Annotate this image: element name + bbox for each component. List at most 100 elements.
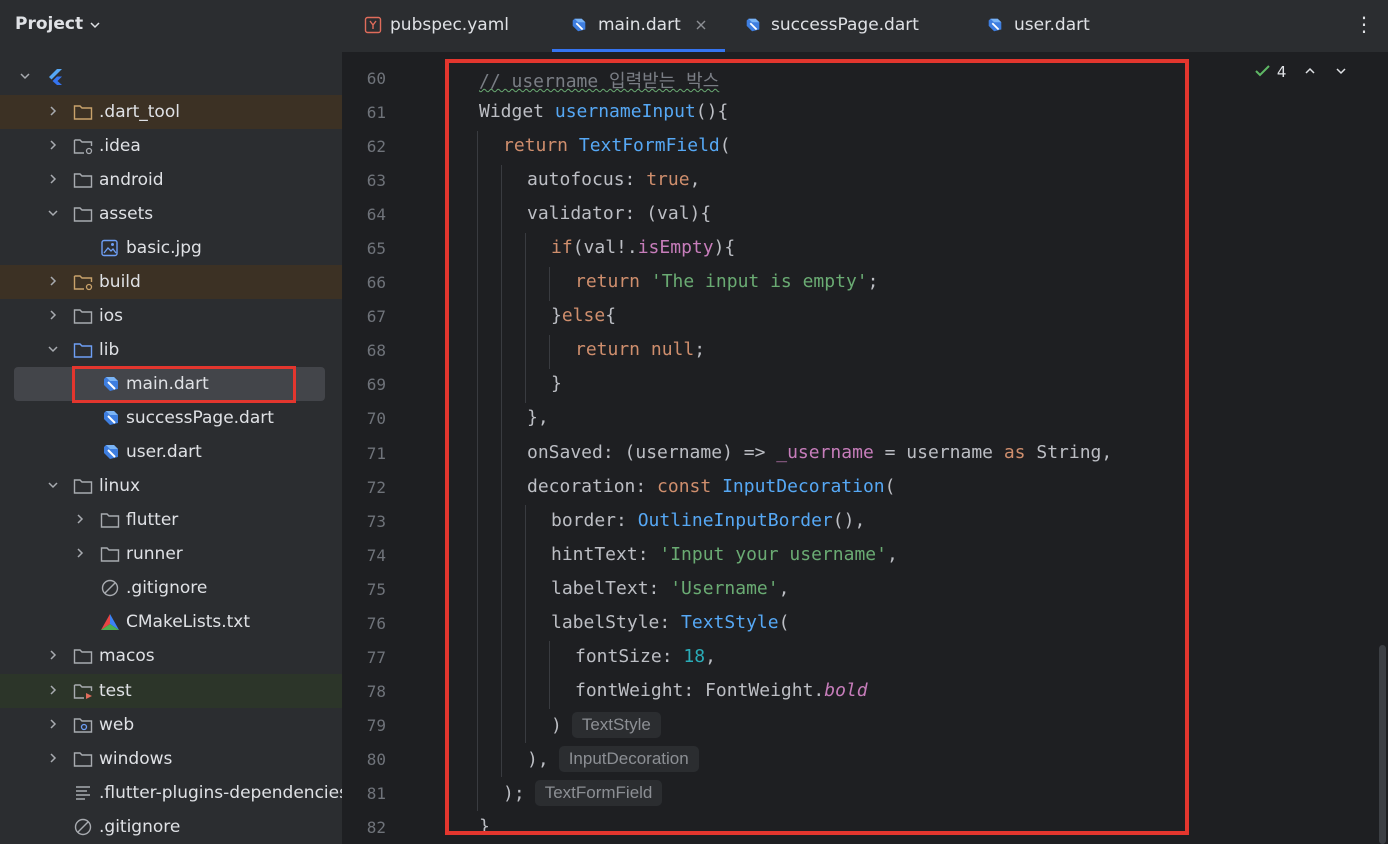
- line-number: 61: [366, 103, 386, 122]
- inspection-count: 4: [1276, 63, 1287, 81]
- folder-icon: [73, 752, 93, 767]
- chevron-down-icon[interactable]: [46, 206, 60, 220]
- tree-item-label: macos: [99, 646, 155, 666]
- chevron-right-icon[interactable]: [46, 172, 60, 186]
- tree-item-label: .flutter-plugins-dependencies: [99, 783, 342, 803]
- folder-icon: [73, 105, 93, 120]
- tree-item-flutter-plugins-dependencies[interactable]: .flutter-plugins-dependencies: [0, 776, 342, 810]
- chevron-right-icon[interactable]: [46, 308, 60, 322]
- tree-item-runner[interactable]: runner: [0, 537, 342, 571]
- line-number: 66: [366, 273, 386, 292]
- tree-item-test[interactable]: test: [0, 674, 342, 708]
- tree-item-web[interactable]: web: [0, 708, 342, 742]
- test-folder-icon: [73, 684, 93, 699]
- chevron-down-icon[interactable]: [88, 12, 102, 38]
- tree-item-dart-tool[interactable]: .dart_tool: [0, 95, 342, 129]
- tree-item-gitignore[interactable]: .gitignore: [0, 810, 342, 844]
- line-number: 72: [366, 478, 386, 497]
- line-number: 75: [366, 580, 386, 599]
- tab-pubspec-yaml[interactable]: pubspec.yaml: [360, 0, 540, 52]
- tree-item-label: windows: [99, 749, 173, 769]
- tree-item-macos[interactable]: macos: [0, 639, 342, 673]
- chevron-right-icon[interactable]: [73, 512, 87, 526]
- tree-item-label: basic.jpg: [126, 238, 202, 258]
- line-number: 79: [366, 716, 386, 735]
- line-number: 68: [366, 341, 386, 360]
- tree-item-assets[interactable]: assets: [0, 197, 342, 231]
- check-icon: [1255, 65, 1270, 77]
- chevron-right-icon[interactable]: [46, 751, 60, 765]
- folder-icon: [73, 207, 93, 222]
- tree-item-basic-jpg[interactable]: basic.jpg: [0, 231, 342, 265]
- tree-item-label: web: [99, 715, 135, 735]
- tree-item-idea[interactable]: .idea: [0, 129, 342, 163]
- line-number: 71: [366, 444, 386, 463]
- highlight-box-code: [445, 59, 1189, 835]
- tree-item-label: .gitignore: [126, 578, 208, 598]
- line-number: 76: [366, 614, 386, 633]
- chevron-up-icon[interactable]: [1303, 64, 1317, 78]
- dart-file-icon: [104, 445, 118, 459]
- tree-item-label: successPage.dart: [126, 408, 274, 428]
- tree-item-root[interactable]: [0, 60, 342, 94]
- chevron-right-icon[interactable]: [46, 683, 60, 697]
- line-number: 70: [366, 409, 386, 428]
- line-number: 62: [366, 137, 386, 156]
- close-icon[interactable]: [695, 19, 707, 31]
- more-options-icon[interactable]: ⋮: [1354, 14, 1374, 34]
- editor-tab-bar: pubspec.yaml main.dart successPage.dart …: [342, 0, 1388, 53]
- line-number: 65: [366, 239, 386, 258]
- tree-item-build[interactable]: build: [0, 265, 342, 299]
- tree-item-user-dart[interactable]: user.dart: [0, 435, 342, 469]
- tree-item-ios[interactable]: ios: [0, 299, 342, 333]
- folder-icon: [100, 513, 120, 528]
- inspection-widget[interactable]: 4: [1254, 63, 1348, 81]
- tree-item-label: .idea: [99, 136, 141, 156]
- tree-item-label: assets: [99, 204, 154, 224]
- tab-main-dart[interactable]: main.dart: [552, 0, 725, 52]
- tree-item-gitignore-linux[interactable]: .gitignore: [0, 571, 342, 605]
- code-editor[interactable]: 60 61 62 63 64 65 66 67 68 69 70 71 72 7…: [342, 53, 1388, 844]
- tree-item-label: linux: [99, 476, 141, 496]
- tree-item-android[interactable]: android: [0, 163, 342, 197]
- gitignore-icon: [74, 818, 92, 836]
- tree-item-label: lib: [99, 340, 120, 360]
- tab-successpage-dart[interactable]: successPage.dart: [742, 0, 942, 52]
- tab-label: pubspec.yaml: [390, 15, 509, 35]
- tree-item-label: .gitignore: [99, 817, 181, 837]
- chevron-down-icon[interactable]: [46, 342, 60, 356]
- line-number: 60: [366, 69, 386, 88]
- tree-item-flutter[interactable]: flutter: [0, 503, 342, 537]
- tree-item-successpage-dart[interactable]: successPage.dart: [0, 401, 342, 435]
- vertical-scrollbar[interactable]: [1379, 645, 1386, 844]
- line-number: 64: [366, 205, 386, 224]
- image-file-icon: [101, 239, 118, 257]
- line-number: 63: [366, 171, 386, 190]
- folder-icon: [73, 649, 93, 664]
- chevron-down-icon[interactable]: [18, 69, 32, 83]
- chevron-right-icon[interactable]: [73, 546, 87, 560]
- tree-item-linux[interactable]: linux: [0, 469, 342, 503]
- folder-icon: [73, 309, 93, 324]
- folder-icon: [100, 547, 120, 562]
- gitignore-icon: [101, 579, 119, 597]
- line-number: 82: [366, 818, 386, 837]
- chevron-right-icon[interactable]: [46, 104, 60, 118]
- chevron-right-icon[interactable]: [46, 274, 60, 288]
- folder-icon: [73, 479, 93, 494]
- chevron-down-icon[interactable]: [1334, 64, 1348, 78]
- tree-item-cmakelists[interactable]: CMakeLists.txt: [0, 605, 342, 639]
- line-number: 74: [366, 546, 386, 565]
- project-panel-header[interactable]: Project: [0, 0, 342, 52]
- chevron-right-icon[interactable]: [46, 648, 60, 662]
- tree-item-windows[interactable]: windows: [0, 742, 342, 776]
- chevron-right-icon[interactable]: [46, 138, 60, 152]
- chevron-down-icon[interactable]: [46, 478, 60, 492]
- line-number: 73: [366, 512, 386, 531]
- dart-file-icon: [988, 18, 1002, 32]
- chevron-right-icon[interactable]: [46, 717, 60, 731]
- tree-item-label: android: [99, 170, 164, 190]
- tab-user-dart[interactable]: user.dart: [985, 0, 1115, 52]
- line-number: 69: [366, 375, 386, 394]
- tree-item-lib[interactable]: lib: [0, 333, 342, 367]
